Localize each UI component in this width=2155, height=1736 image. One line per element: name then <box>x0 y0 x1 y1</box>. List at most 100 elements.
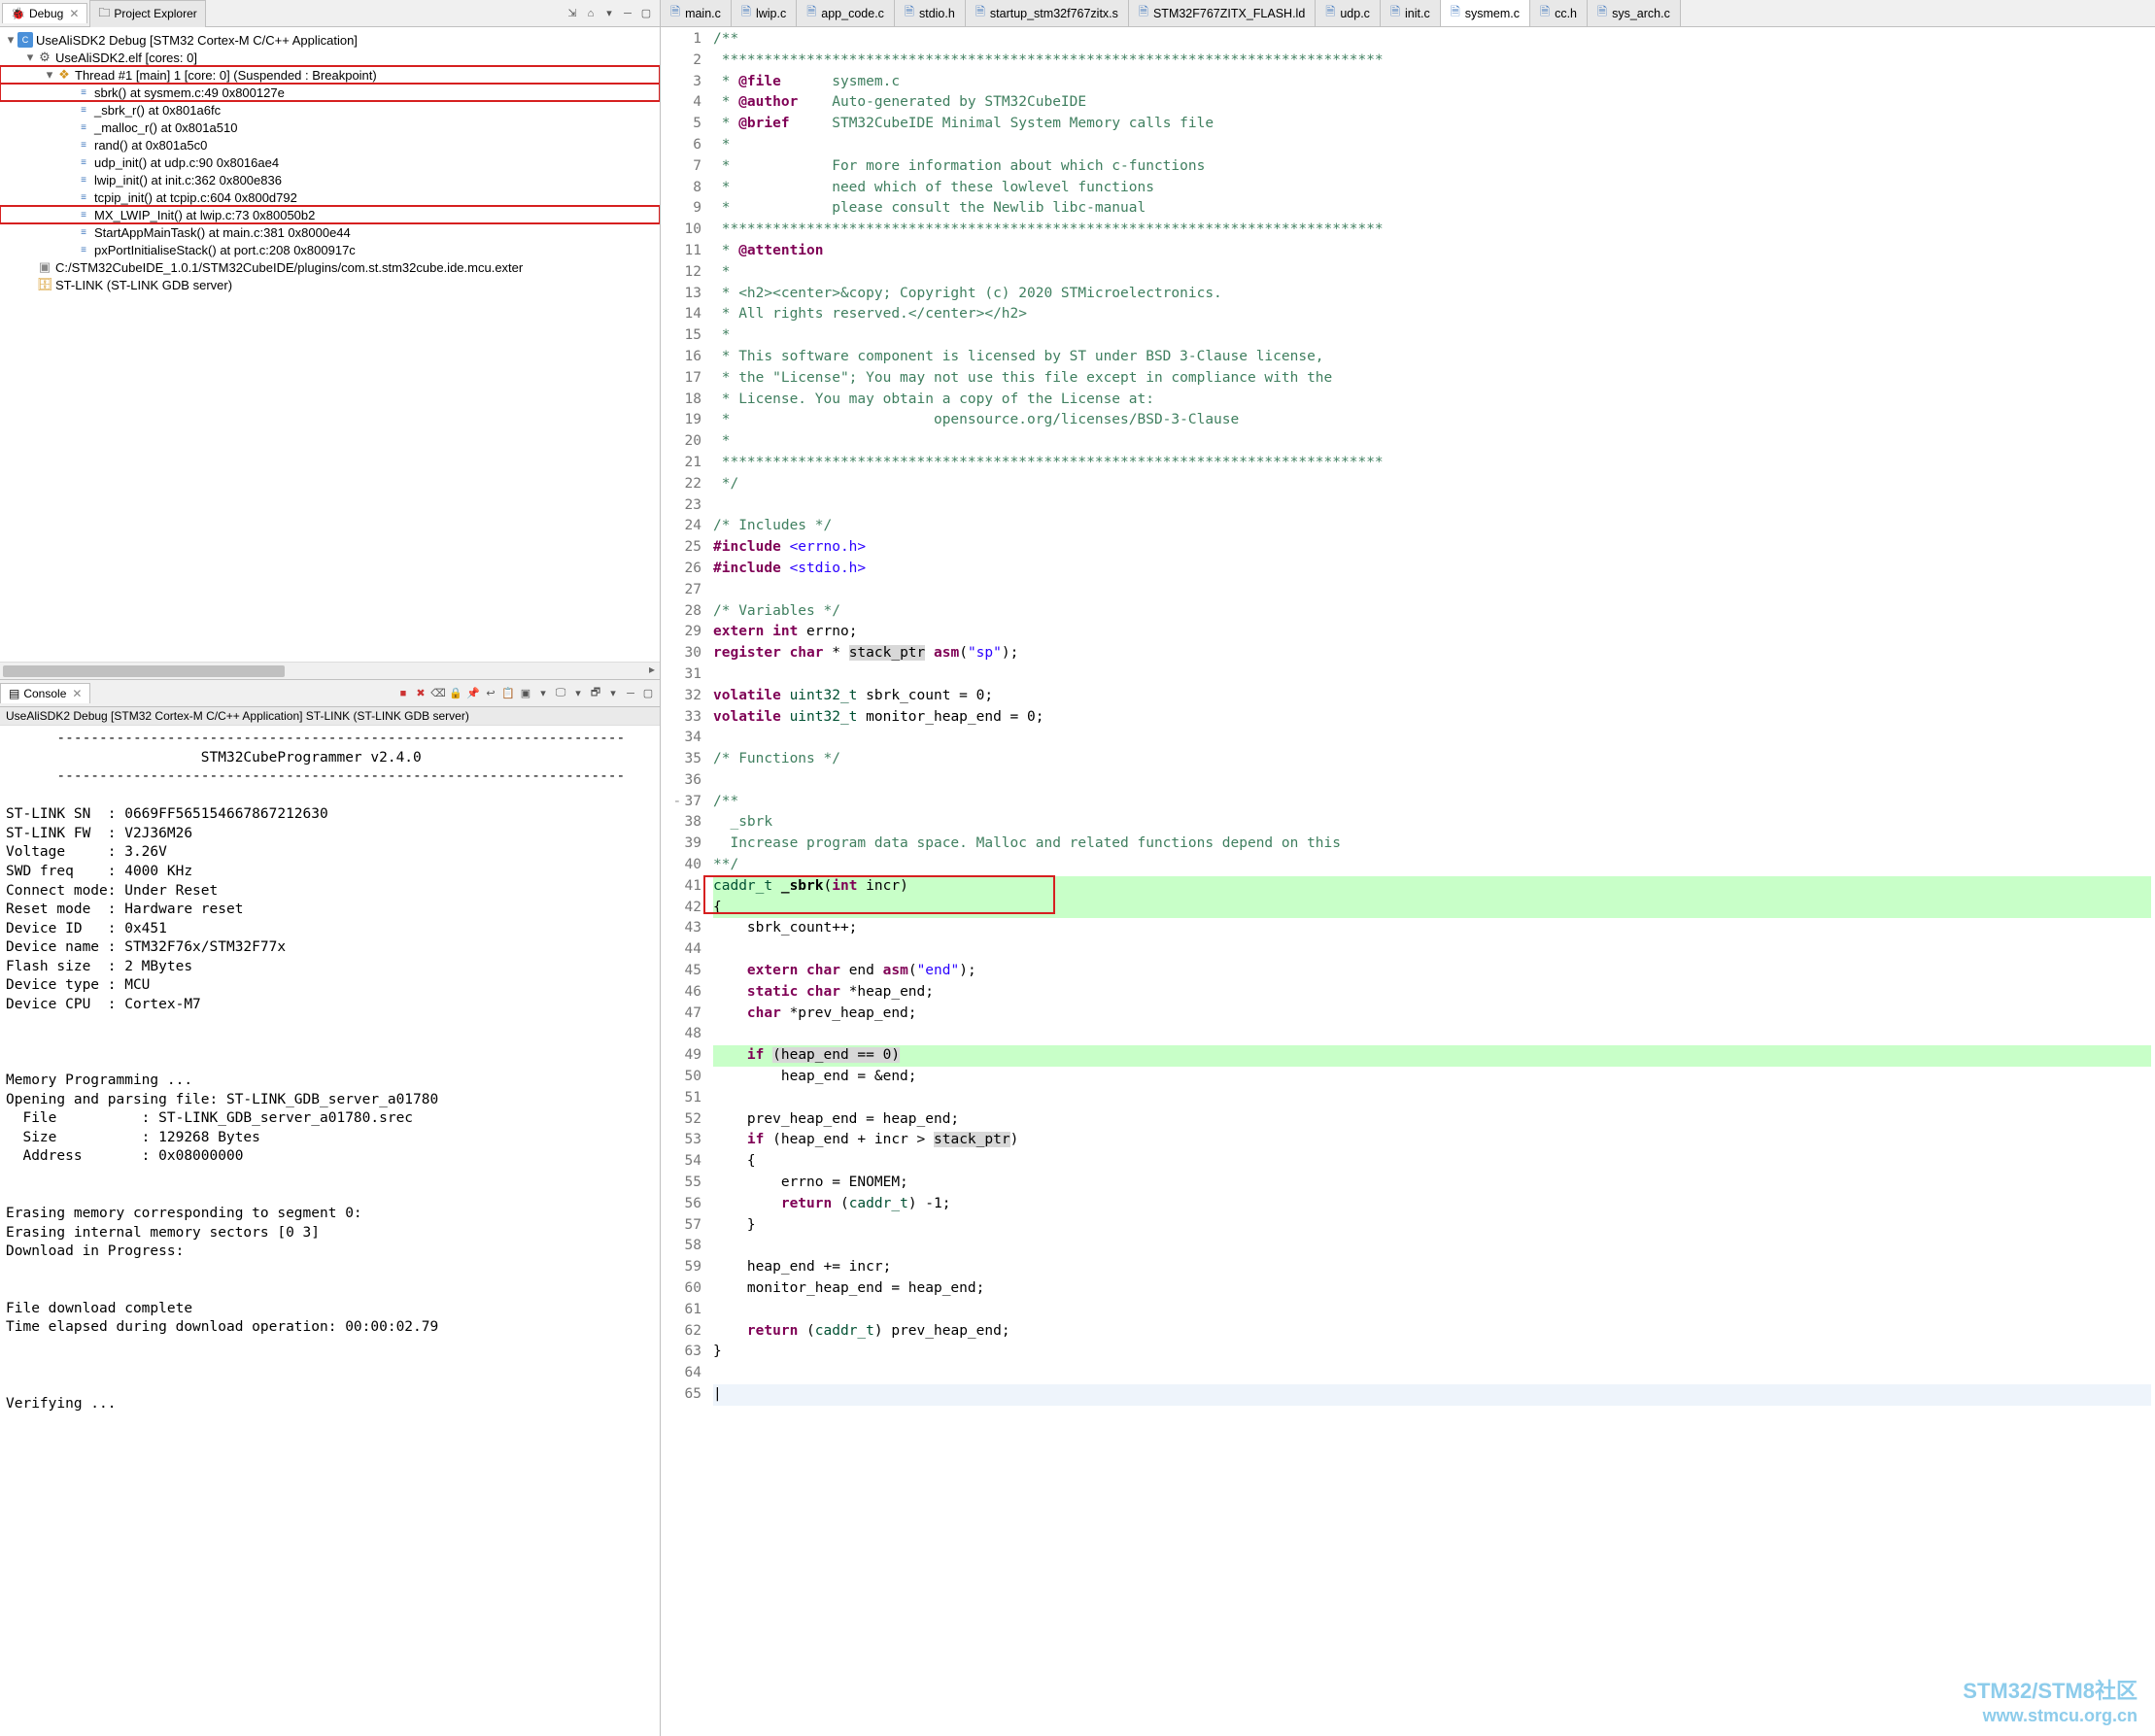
scroll-lock-icon[interactable]: 🔒 <box>448 686 463 701</box>
stack-frame[interactable]: ≡pxPortInitialiseStack() at port.c:208 0… <box>0 241 660 258</box>
gear-icon: ⚙ <box>37 50 52 65</box>
debug-view: 🐞 Debug ✕ 🗀 Project Explorer ⇲ ⌂ ▾ ─ ▢ ▾CUs… <box>0 0 660 680</box>
file-icon: 🗎 <box>1540 3 1550 23</box>
minimize-icon[interactable]: ─ <box>620 6 635 21</box>
dropdown2-icon[interactable]: ▾ <box>570 686 586 701</box>
console-output[interactable]: ----------------------------------------… <box>0 726 660 1736</box>
file-icon: 🗎 <box>975 3 985 23</box>
home-icon[interactable]: ⌂ <box>583 6 599 21</box>
stackframe-icon: ≡ <box>76 242 91 257</box>
stackframe-icon: ≡ <box>76 137 91 153</box>
tab-label: Project Explorer <box>114 7 196 20</box>
menu-icon[interactable]: ▾ <box>601 6 617 21</box>
file-icon: 🗎 <box>905 3 914 23</box>
dropdown1-icon[interactable]: ▾ <box>535 686 551 701</box>
tab-label: Debug <box>29 7 63 20</box>
display-icon[interactable]: 🖵 <box>553 686 568 701</box>
horizontal-scrollbar[interactable]: ▸ <box>0 662 660 679</box>
console-view: ▤Console✕ ■ ✖ ⌫ 🔒 📌 ↩ 📋 ▣ ▾ 🖵 ▾ 🗗 ▾ ─ ▢ … <box>0 680 660 1736</box>
code-area[interactable]: /** ************************************… <box>709 27 2155 1736</box>
stack-frame[interactable]: ≡StartAppMainTask() at main.c:381 0x8000… <box>0 223 660 241</box>
file-icon: 🗎 <box>1451 3 1460 23</box>
clear-icon[interactable]: ⌫ <box>430 686 446 701</box>
terminal-icon[interactable]: ▣ <box>518 686 533 701</box>
file-icon: 🗎 <box>1597 3 1607 23</box>
editor-tab-cc-h[interactable]: 🗎cc.h <box>1530 0 1588 27</box>
pin-icon[interactable]: 📌 <box>465 686 481 701</box>
thread-icon: ❖ <box>56 67 72 83</box>
new-console-icon[interactable]: 🗗 <box>588 686 603 701</box>
editor-tab-lwip-c[interactable]: 🗎lwip.c <box>732 0 797 27</box>
stackframe-icon: ≡ <box>76 172 91 187</box>
file-icon: 🗎 <box>806 3 816 23</box>
tree-stlink[interactable]: 🗄ST-LINK (ST-LINK GDB server) <box>0 276 660 293</box>
editor-tab-stdio-h[interactable]: 🗎stdio.h <box>895 0 966 27</box>
application-icon: C <box>17 32 33 48</box>
scroll-right-icon[interactable]: ▸ <box>644 663 660 679</box>
project-explorer-tab[interactable]: 🗀 Project Explorer <box>89 0 205 27</box>
stackframe-icon: ≡ <box>76 207 91 222</box>
editor-panel: 🗎main.c🗎lwip.c🗎app_code.c🗎stdio.h🗎startu… <box>661 0 2155 1736</box>
stack-frame[interactable]: ≡lwip_init() at init.c:362 0x800e836 <box>0 171 660 188</box>
minimize-icon[interactable]: ─ <box>623 686 638 701</box>
debug-toolbar: ⇲ ⌂ ▾ ─ ▢ <box>564 6 658 21</box>
stack-frame[interactable]: ≡sbrk() at sysmem.c:49 0x800127e <box>0 84 660 101</box>
debug-tree[interactable]: ▾CUseAliSDK2 Debug [STM32 Cortex-M C/C++… <box>0 27 660 662</box>
stack-frame[interactable]: ≡_malloc_r() at 0x801a510 <box>0 119 660 136</box>
close-icon[interactable]: ✕ <box>72 687 82 700</box>
copy-icon[interactable]: 📋 <box>500 686 516 701</box>
folder-icon: 🗀 <box>98 4 110 24</box>
stackframe-icon: ≡ <box>76 85 91 100</box>
watermark: STM32/STM8社区 www.stmcu.org.cn <box>1963 1678 2138 1726</box>
editor-tab-sys_arch-c[interactable]: 🗎sys_arch.c <box>1588 0 1681 27</box>
stack-frame[interactable]: ≡_sbrk_r() at 0x801a6fc <box>0 101 660 119</box>
stack-frame[interactable]: ≡MX_LWIP_Init() at lwip.c:73 0x80050b2 <box>0 206 660 223</box>
editor-tab-app_code-c[interactable]: 🗎app_code.c <box>797 0 895 27</box>
file-icon: 🗎 <box>1325 3 1335 23</box>
tree-gdb[interactable]: ▣C:/STM32CubeIDE_1.0.1/STM32CubeIDE/plug… <box>0 258 660 276</box>
left-panel: 🐞Debug✕ 🗀Project Explorer ⇲ ⌂ ▾ ─ ▢ ▾CUs… <box>0 0 661 1736</box>
stackframe-icon: ≡ <box>76 119 91 135</box>
editor-tab-init-c[interactable]: 🗎init.c <box>1381 0 1441 27</box>
file-icon: 🗎 <box>741 3 751 23</box>
line-gutter: 1234567891011121314151617181920212223242… <box>661 27 709 1736</box>
stack-frame[interactable]: ≡rand() at 0x801a5c0 <box>0 136 660 153</box>
file-icon: 🗎 <box>1390 3 1400 23</box>
stackframe-icon: ≡ <box>76 102 91 118</box>
scrollbar-thumb[interactable] <box>3 665 285 677</box>
editor-tab-sysmem-c[interactable]: 🗎sysmem.c <box>1441 0 1530 27</box>
editor-tab-STM32F767ZITX_FLASH-ld[interactable]: 🗎STM32F767ZITX_FLASH.ld <box>1129 0 1316 27</box>
tree-thread[interactable]: ▾❖Thread #1 [main] 1 [core: 0] (Suspende… <box>0 66 660 84</box>
editor-tab-startup_stm32f767zitx-s[interactable]: 🗎startup_stm32f767zitx.s <box>966 0 1129 27</box>
console-tab[interactable]: ▤Console✕ <box>0 683 90 703</box>
editor-tabs: 🗎main.c🗎lwip.c🗎app_code.c🗎stdio.h🗎startu… <box>661 0 2155 27</box>
file-icon: 🗎 <box>1139 3 1148 23</box>
editor-tab-main-c[interactable]: 🗎main.c <box>661 0 732 27</box>
stackframe-icon: ≡ <box>76 189 91 205</box>
editor-tab-udp-c[interactable]: 🗎udp.c <box>1316 0 1381 27</box>
stop-icon[interactable]: ■ <box>395 686 411 701</box>
close-icon[interactable]: ✕ <box>69 7 79 20</box>
console-subheader: UseAliSDK2 Debug [STM32 Cortex-M C/C++ A… <box>0 707 660 726</box>
remove-icon[interactable]: ✖ <box>413 686 428 701</box>
editor-body[interactable]: 1234567891011121314151617181920212223242… <box>661 27 2155 1736</box>
stack-frame[interactable]: ≡udp_init() at udp.c:90 0x8016ae4 <box>0 153 660 171</box>
stackframe-icon: ≡ <box>76 154 91 170</box>
debug-tab[interactable]: 🐞 Debug ✕ <box>2 3 87 23</box>
maximize-icon[interactable]: ▢ <box>638 6 654 21</box>
dropdown3-icon[interactable]: ▾ <box>605 686 621 701</box>
tree-elf[interactable]: ▾⚙UseAliSDK2.elf [cores: 0] <box>0 49 660 66</box>
maximize-icon[interactable]: ▢ <box>640 686 656 701</box>
chip-icon: ▣ <box>37 259 52 275</box>
debug-tabs: 🐞 Debug ✕ 🗀 Project Explorer ⇲ ⌂ ▾ ─ ▢ <box>0 0 660 27</box>
collapse-icon[interactable]: ⇲ <box>564 6 580 21</box>
console-icon: ▤ <box>9 687 19 700</box>
db-icon: 🗄 <box>37 277 52 292</box>
file-icon: 🗎 <box>670 3 680 23</box>
tree-app[interactable]: ▾CUseAliSDK2 Debug [STM32 Cortex-M C/C++… <box>0 31 660 49</box>
bug-icon: 🐞 <box>11 7 25 20</box>
stack-frame[interactable]: ≡tcpip_init() at tcpip.c:604 0x800d792 <box>0 188 660 206</box>
stackframe-icon: ≡ <box>76 224 91 240</box>
wordwrap-icon[interactable]: ↩ <box>483 686 498 701</box>
console-toolbar: ■ ✖ ⌫ 🔒 📌 ↩ 📋 ▣ ▾ 🖵 ▾ 🗗 ▾ ─ ▢ <box>395 686 660 701</box>
